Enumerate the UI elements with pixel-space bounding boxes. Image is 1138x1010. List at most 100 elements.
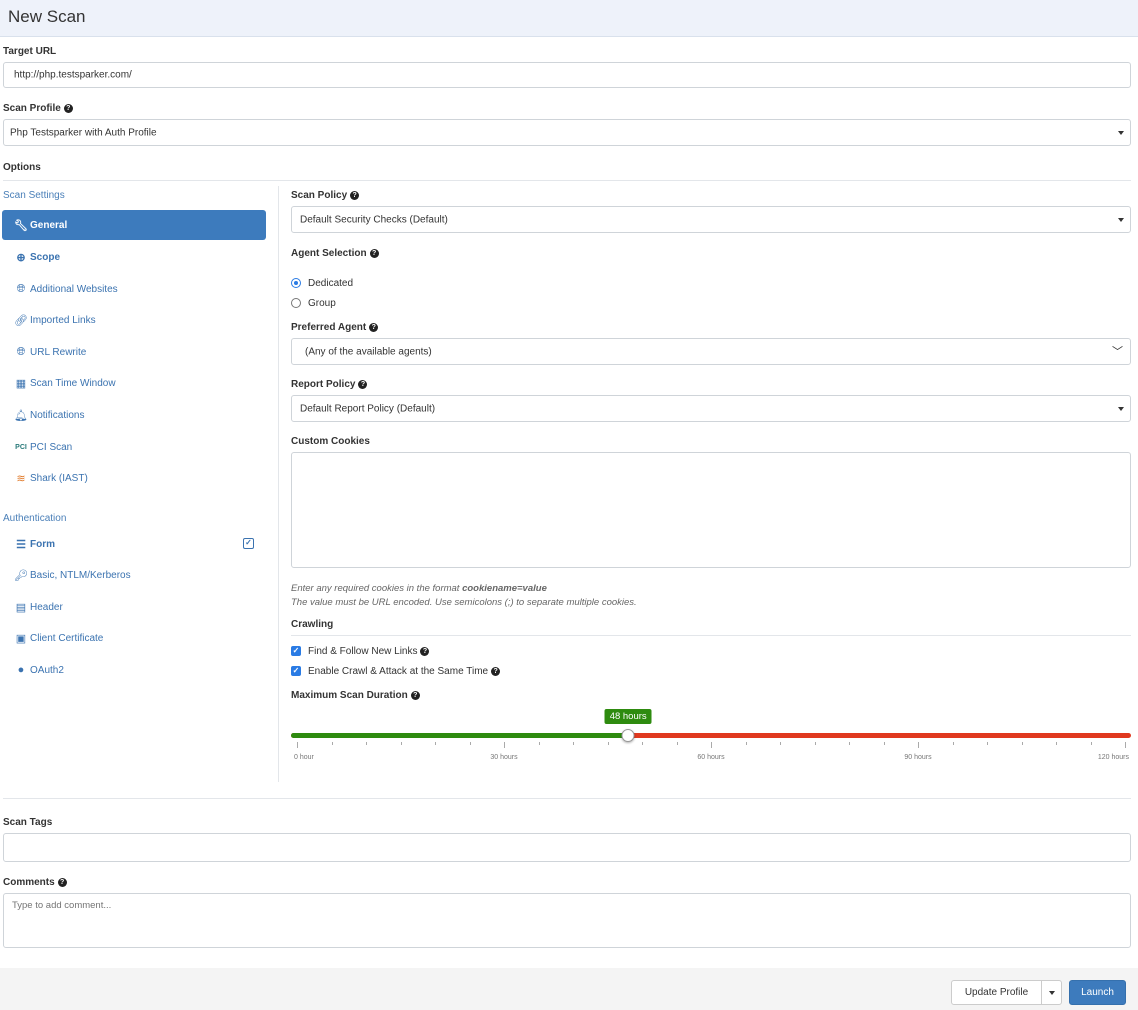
slider-tick xyxy=(952,742,954,745)
slider-tick xyxy=(1056,742,1057,745)
help-icon[interactable]: ? xyxy=(369,249,379,258)
scan-policy-value: Default Security Checks (Default) xyxy=(300,214,448,225)
slider-tick xyxy=(331,742,333,745)
sidebar-item-basic-ntlm-kerberos[interactable]: 🔑︎ Basic, NTLM/Kerberos xyxy=(2,560,266,590)
sidebar-item-pci-scan[interactable]: PCI PCI Scan xyxy=(2,432,266,462)
pci-icon: PCI xyxy=(15,443,27,451)
header-icon: ▤ xyxy=(15,601,27,614)
sidebar-item-oauth2[interactable]: ● OAuth2 xyxy=(2,655,266,685)
caret-down-icon xyxy=(1118,130,1124,135)
bell-icon: 🔔︎ xyxy=(14,409,28,422)
agent-group-label: Group xyxy=(308,298,336,309)
help-icon[interactable]: ? xyxy=(350,191,360,200)
preferred-agent-select[interactable]: (Any of the available agents) ﹀ xyxy=(291,338,1131,365)
agent-group-radio[interactable] xyxy=(291,298,301,308)
help-icon[interactable]: ? xyxy=(358,380,368,389)
scan-tags-label: Scan Tags xyxy=(3,817,53,828)
comments-textarea[interactable] xyxy=(3,893,1131,948)
scan-profile-label: Scan Profile? xyxy=(3,103,73,114)
find-follow-checkbox[interactable]: ✓ xyxy=(291,646,301,656)
wrench-icon: 🔧︎ xyxy=(14,219,28,232)
sidebar-item-imported-links[interactable]: 🔗︎ Imported Links xyxy=(2,305,266,335)
chevron-down-icon: ﹀ xyxy=(1112,345,1123,358)
sidebar-divider xyxy=(278,186,279,782)
slider-tick xyxy=(987,742,988,745)
scan-settings-title: Scan Settings xyxy=(3,190,65,201)
sidebar-item-url-rewrite[interactable]: 🌐︎ URL Rewrite xyxy=(2,337,266,367)
report-policy-label: Report Policy? xyxy=(291,379,368,390)
caret-down-icon xyxy=(1118,217,1124,222)
slider-tick xyxy=(607,742,609,745)
section-divider xyxy=(3,798,1131,799)
help-icon[interactable]: ? xyxy=(369,323,379,332)
sidebar-item-scope[interactable]: ⊕ Scope xyxy=(2,242,266,272)
scan-profile-select[interactable]: Php Testsparker with Auth Profile xyxy=(3,119,1131,146)
sidebar-item-general[interactable]: 🔧︎ General xyxy=(2,210,266,240)
crosshair-icon: ⊕ xyxy=(16,251,26,264)
scan-policy-label: Scan Policy? xyxy=(291,190,360,201)
caret-down-icon xyxy=(1048,990,1055,995)
slider-handle[interactable] xyxy=(621,729,635,742)
scan-policy-select[interactable]: Default Security Checks (Default) xyxy=(291,206,1131,233)
scan-profile-value: Php Testsparker with Auth Profile xyxy=(10,127,157,138)
find-follow-label: Find & Follow New Links? xyxy=(308,646,430,657)
sidebar-item-form[interactable]: ☰ Form xyxy=(2,529,266,559)
sidebar-item-shark-iast[interactable]: ≋ Shark (IAST) xyxy=(2,463,266,493)
help-icon[interactable]: ? xyxy=(420,647,430,656)
slider-tick xyxy=(1090,742,1092,745)
form-enabled-check-icon: ✓ xyxy=(243,538,254,549)
custom-cookies-textarea[interactable] xyxy=(291,452,1131,568)
update-profile-button[interactable]: Update Profile xyxy=(951,980,1042,1005)
crawling-divider xyxy=(291,635,1131,636)
slider-tick xyxy=(1125,742,1126,748)
certificate-icon: ▣ xyxy=(15,632,27,645)
sidebar-item-additional-websites[interactable]: 🌐︎ Additional Websites xyxy=(2,274,266,304)
target-url-input[interactable]: http://php.testsparker.com/ xyxy=(3,62,1131,88)
help-icon[interactable]: ? xyxy=(491,667,501,676)
slider-tick xyxy=(676,742,678,745)
launch-button[interactable]: Launch xyxy=(1069,980,1126,1005)
preferred-agent-value: (Any of the available agents) xyxy=(305,346,432,357)
target-url-label: Target URL xyxy=(3,46,57,57)
page-title: New Scan xyxy=(8,7,86,26)
slider-tick xyxy=(573,742,574,745)
report-policy-value: Default Report Policy (Default) xyxy=(300,403,436,414)
crawl-attack-label: Enable Crawl & Attack at the Same Time? xyxy=(308,666,501,677)
key-icon: 🔑︎ xyxy=(14,569,28,582)
slider-tick xyxy=(538,742,540,745)
update-profile-dropdown-button[interactable] xyxy=(1041,980,1062,1005)
slider-tick xyxy=(883,742,885,745)
sidebar-item-header[interactable]: ▤ Header xyxy=(2,592,266,622)
oauth-icon: ● xyxy=(17,664,25,676)
help-icon[interactable]: ? xyxy=(63,104,73,113)
form-icon: ☰ xyxy=(16,538,26,551)
slider-tick xyxy=(918,742,919,748)
comments-label: Comments? xyxy=(3,877,67,888)
help-icon[interactable]: ? xyxy=(410,691,420,700)
authentication-title: Authentication xyxy=(3,513,67,524)
slider-tick xyxy=(711,742,712,748)
sidebar-item-scan-time-window[interactable]: ▦ Scan Time Window xyxy=(2,368,266,398)
slider-tick xyxy=(366,742,367,745)
sidebar-item-notifications[interactable]: 🔔︎ Notifications xyxy=(2,400,266,430)
slider-tick-label: 90 hours xyxy=(904,754,932,761)
agent-dedicated-radio[interactable] xyxy=(291,278,301,288)
report-policy-select[interactable]: Default Report Policy (Default) xyxy=(291,395,1131,422)
slider-tick xyxy=(1021,742,1023,745)
slider-tick-label: 0 hour xyxy=(294,754,314,761)
help-icon[interactable]: ? xyxy=(57,878,67,887)
link-icon: 🔗︎ xyxy=(14,314,28,327)
slider-fill xyxy=(291,733,629,738)
caret-down-icon xyxy=(1118,406,1124,411)
slider-tick xyxy=(780,742,781,745)
slider-tick xyxy=(469,742,471,745)
slider-tick-label: 120 hours xyxy=(1097,754,1129,761)
agent-selection-label: Agent Selection? xyxy=(291,248,379,259)
target-url-value: http://php.testsparker.com/ xyxy=(14,69,132,81)
calendar-icon: ▦ xyxy=(15,377,27,390)
slider-tick xyxy=(849,742,850,745)
crawl-attack-checkbox[interactable]: ✓ xyxy=(291,666,301,676)
scan-tags-input[interactable] xyxy=(3,833,1131,862)
max-duration-slider[interactable]: 48 hours 0 hour 30 hours 60 hours 90 hours 1… xyxy=(291,708,1131,768)
sidebar-item-client-certificate[interactable]: ▣ Client Certificate xyxy=(2,623,266,653)
